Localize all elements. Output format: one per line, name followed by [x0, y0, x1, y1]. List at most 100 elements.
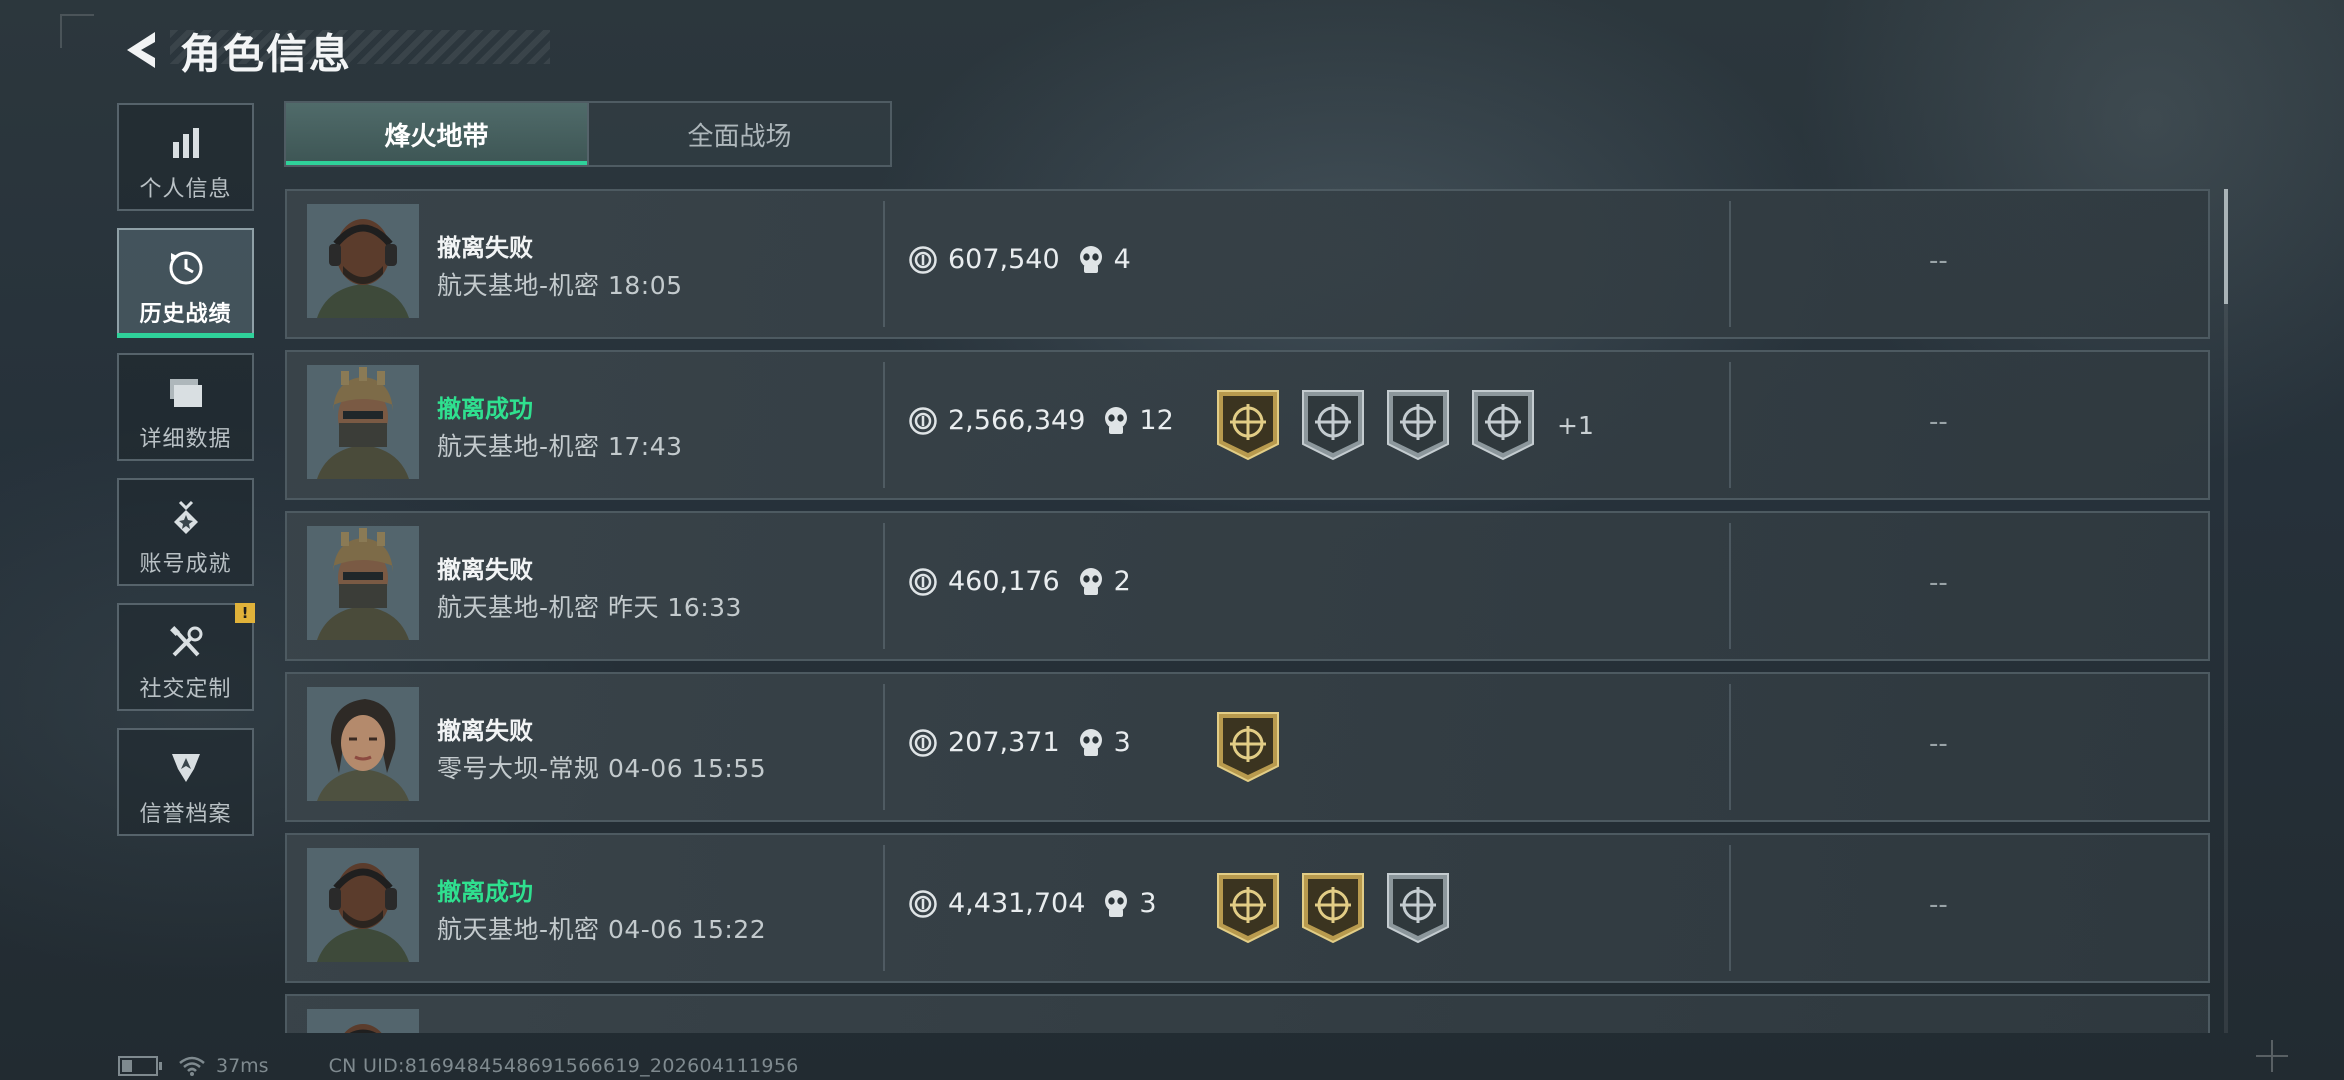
badge-list	[1215, 871, 1470, 945]
column-divider	[1729, 201, 1731, 327]
operator-avatar	[307, 848, 419, 962]
skull-icon	[1079, 728, 1102, 756]
sidebar-item-match-history[interactable]: 历史战绩	[117, 228, 254, 338]
coin-icon	[909, 406, 937, 435]
column-divider	[1729, 362, 1731, 488]
badge-list: +1	[1215, 388, 1594, 462]
status-footer: 37ms CN UID:8169484548691566619_20260411…	[118, 1055, 799, 1077]
kill-count-text: 3	[1139, 888, 1157, 919]
extra-info: --	[1929, 407, 1948, 437]
sidebar-item-achievements[interactable]: 账号成就	[117, 478, 254, 586]
loot-value: 4,431,704 3	[908, 888, 1157, 919]
column-divider	[1729, 684, 1731, 810]
silver-crosshair-arrows-badge-icon[interactable]	[1300, 388, 1366, 462]
back-button[interactable]	[118, 25, 164, 75]
user-uid: CN UID:8169484548691566619_202604111956	[328, 1055, 799, 1077]
column-divider	[883, 362, 885, 488]
match-record-row[interactable]: 撤离失败航天基地-机密 昨天 16:33 460,176 2 --	[285, 511, 2210, 661]
extraction-status: 撤离成功	[437, 878, 533, 906]
bar-chart-icon	[169, 125, 203, 161]
loot-value-text: 460,176	[948, 566, 1060, 597]
match-record-row[interactable]: 撤离失败 零号大坝-常规 04-06 15:55 207,371 3 --	[285, 672, 2210, 822]
kill-count-text: 3	[1113, 727, 1131, 758]
back-arrow-icon	[127, 32, 155, 68]
skull-icon	[1105, 406, 1128, 434]
operator-avatar	[307, 526, 419, 640]
silver-explosion-badge-icon[interactable]	[1470, 388, 1536, 462]
shield-emblem-icon	[169, 750, 203, 786]
operator-avatar	[307, 365, 419, 479]
notification-badge: !	[235, 603, 255, 623]
sidebar-item-credit-profile[interactable]: 信誉档案	[117, 728, 254, 836]
loot-value-text: 4,431,704	[948, 888, 1086, 919]
operator-avatar	[307, 687, 419, 801]
skull-icon	[1079, 245, 1102, 273]
scrollbar-track[interactable]	[2224, 189, 2228, 1033]
loot-value-text: 607,540	[948, 244, 1060, 275]
medal-icon	[170, 500, 202, 536]
tab-full-battlefield[interactable]: 全面战场	[587, 103, 890, 165]
more-badges-count[interactable]: +1	[1557, 411, 1594, 440]
sidebar-item-label: 历史战绩	[139, 302, 232, 327]
silver-wing-target-badge-icon[interactable]	[1385, 388, 1451, 462]
match-record-row[interactable]: 撤离成功航天基地-机密 04-06 15:22 4,431,704 3 --	[285, 833, 2210, 983]
ping-value: 37ms	[216, 1055, 269, 1077]
kill-count: 4	[1078, 244, 1131, 275]
loot-value: 607,540 4	[908, 244, 1131, 275]
wifi-icon	[179, 1056, 205, 1076]
operator-avatar	[307, 1009, 419, 1033]
sidebar-item-personal-info[interactable]: 个人信息	[117, 103, 254, 211]
kill-count-text: 12	[1139, 405, 1174, 436]
match-history-list: 撤离失败 航天基地-机密 18:05 607,540 4 -- 撤离成功 航天基地-机密 1…	[285, 189, 2210, 1033]
gold-wreath-badge-icon[interactable]	[1300, 871, 1366, 945]
silver-hand-badge-icon[interactable]	[1385, 871, 1451, 945]
extraction-status: 撤离失败	[437, 717, 533, 745]
sidebar: 个人信息 历史战绩 详细数据 账号成就 ! 社交定制 信誉档案	[117, 103, 255, 853]
coin-icon	[909, 728, 937, 757]
kill-count: 3	[1078, 727, 1131, 758]
match-record-row[interactable]: 撤离失败	[285, 994, 2210, 1033]
page-title: 角色信息	[180, 30, 352, 78]
extra-info: --	[1929, 568, 1948, 598]
extraction-status: 撤离失败	[437, 556, 533, 584]
kill-count: 2	[1078, 566, 1131, 597]
mode-tabs: 烽火地带 全面战场	[284, 101, 892, 167]
operator-avatar	[307, 204, 419, 318]
extra-info: --	[1929, 246, 1948, 276]
match-record-row[interactable]: 撤离失败 航天基地-机密 18:05 607,540 4 --	[285, 189, 2210, 339]
corner-frame-mark	[60, 14, 94, 48]
map-and-time: 航天基地-机密 17:43	[437, 432, 683, 461]
gold-wreath-badge-icon[interactable]	[1215, 388, 1281, 462]
sidebar-item-social-custom[interactable]: ! 社交定制	[117, 603, 255, 711]
kill-count-text: 2	[1113, 566, 1131, 597]
crosshair-corner-icon	[2256, 1040, 2288, 1072]
gold-sunburst-badge-icon[interactable]	[1215, 871, 1281, 945]
loot-value: 460,176 2	[908, 566, 1131, 597]
sidebar-item-label: 账号成就	[139, 552, 232, 577]
extraction-status: 撤离成功	[437, 395, 533, 423]
coin-icon	[909, 567, 937, 596]
kill-count-text: 4	[1113, 244, 1131, 275]
map-and-time: 航天基地-机密 04-06 15:22	[437, 915, 767, 944]
match-record-row[interactable]: 撤离成功 航天基地-机密 17:43 2,566,349 12 +1 --	[285, 350, 2210, 500]
tools-icon	[168, 625, 204, 661]
map-and-time: 航天基地-机密 昨天 16:33	[437, 593, 742, 622]
column-divider	[1729, 845, 1731, 971]
extra-info: --	[1929, 890, 1948, 920]
sidebar-item-label: 个人信息	[139, 177, 232, 202]
kill-count: 12	[1103, 405, 1174, 436]
column-divider	[883, 845, 885, 971]
sidebar-item-detailed-data[interactable]: 详细数据	[117, 353, 254, 461]
gold-crosshair-skull-badge-icon[interactable]	[1215, 710, 1281, 784]
clock-history-icon	[168, 250, 204, 286]
loot-value: 207,371 3	[908, 727, 1131, 758]
sidebar-item-label: 社交定制	[139, 677, 232, 702]
battery-icon	[118, 1056, 162, 1076]
scrollbar-thumb[interactable]	[2224, 189, 2228, 304]
kill-count: 3	[1103, 888, 1157, 919]
tab-beacon-zone[interactable]: 烽火地带	[286, 103, 587, 165]
extraction-status: 撤离失败	[437, 234, 533, 262]
page-header: 角色信息	[118, 20, 352, 80]
sidebar-item-label: 信誉档案	[139, 802, 232, 827]
column-divider	[883, 201, 885, 327]
